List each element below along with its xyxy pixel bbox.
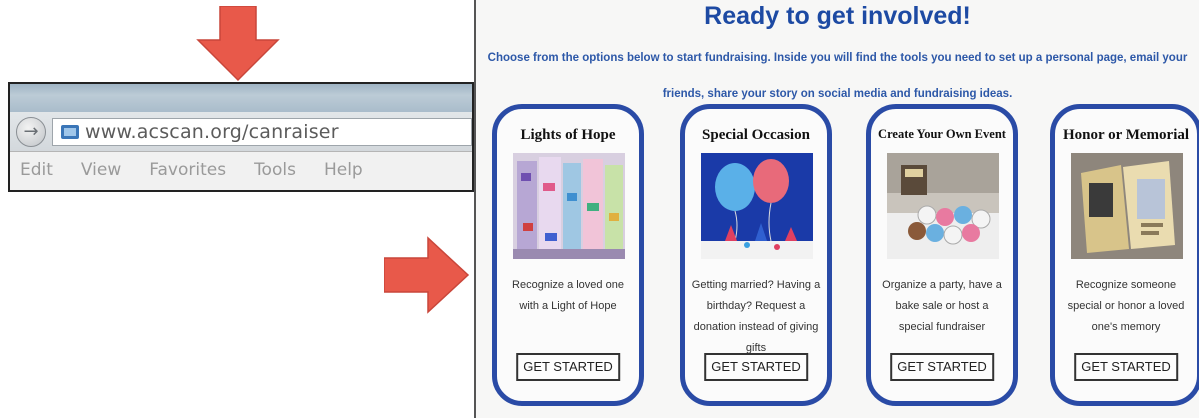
address-row: → www.acscan.org/canraiser [10, 112, 472, 152]
browser-window: → www.acscan.org/canraiser Edit View Fav… [8, 82, 474, 192]
menu-help[interactable]: Help [324, 160, 363, 180]
card-lights-of-hope: Lights of Hope Recognize a loved one wit… [492, 104, 644, 406]
back-arrow-icon: → [23, 121, 39, 142]
get-started-button[interactable]: GET STARTED [890, 353, 994, 381]
menu-favorites[interactable]: Favorites [149, 160, 226, 180]
lights-of-hope-photo [513, 153, 625, 259]
menu-bar: Edit View Favorites Tools Help [10, 152, 472, 188]
menu-edit[interactable]: Edit [20, 160, 53, 180]
memorial-cards-photo [1071, 153, 1183, 259]
web-page: Ready to get involved! Choose from the o… [474, 0, 1199, 418]
card-title: Lights of Hope [520, 127, 616, 143]
get-started-button[interactable]: GET STARTED [1074, 353, 1178, 381]
card-special-occasion: Special Occasion Getting married? Having… [680, 104, 832, 406]
page-icon [61, 124, 79, 139]
address-url: www.acscan.org/canraiser [85, 120, 339, 143]
card-description: Getting married? Having a birthday? Requ… [691, 279, 821, 354]
red-down-arrow-icon [196, 6, 280, 82]
menu-view[interactable]: View [81, 160, 121, 180]
card-description: Organize a party, have a bake sale or ho… [882, 279, 1002, 333]
get-started-button[interactable]: GET STARTED [704, 353, 808, 381]
card-title: Create Your Own Event [878, 127, 1006, 141]
card-title: Honor or Memorial [1062, 127, 1190, 143]
red-right-arrow-icon [384, 236, 470, 314]
address-bar[interactable]: www.acscan.org/canraiser [52, 117, 472, 146]
page-subtitle: Choose from the options below to start f… [487, 52, 1188, 100]
back-button[interactable]: → [16, 116, 46, 147]
card-create-your-own-event: Create Your Own Event Organize a party, … [866, 104, 1018, 406]
cupcakes-photo [887, 153, 999, 259]
card-description: Recognize someone special or honor a lov… [1067, 279, 1185, 333]
balloons-photo [701, 153, 813, 259]
get-started-button[interactable]: GET STARTED [516, 353, 620, 381]
browser-title-bar [10, 84, 472, 112]
card-honor-or-memorial: Honor or Memorial Recognize someone spec… [1050, 104, 1199, 406]
page-title: Ready to get involved! [704, 2, 971, 30]
card-title: Special Occasion [702, 127, 810, 143]
card-description: Recognize a loved one with a Light of Ho… [512, 279, 624, 312]
menu-tools[interactable]: Tools [254, 160, 296, 180]
